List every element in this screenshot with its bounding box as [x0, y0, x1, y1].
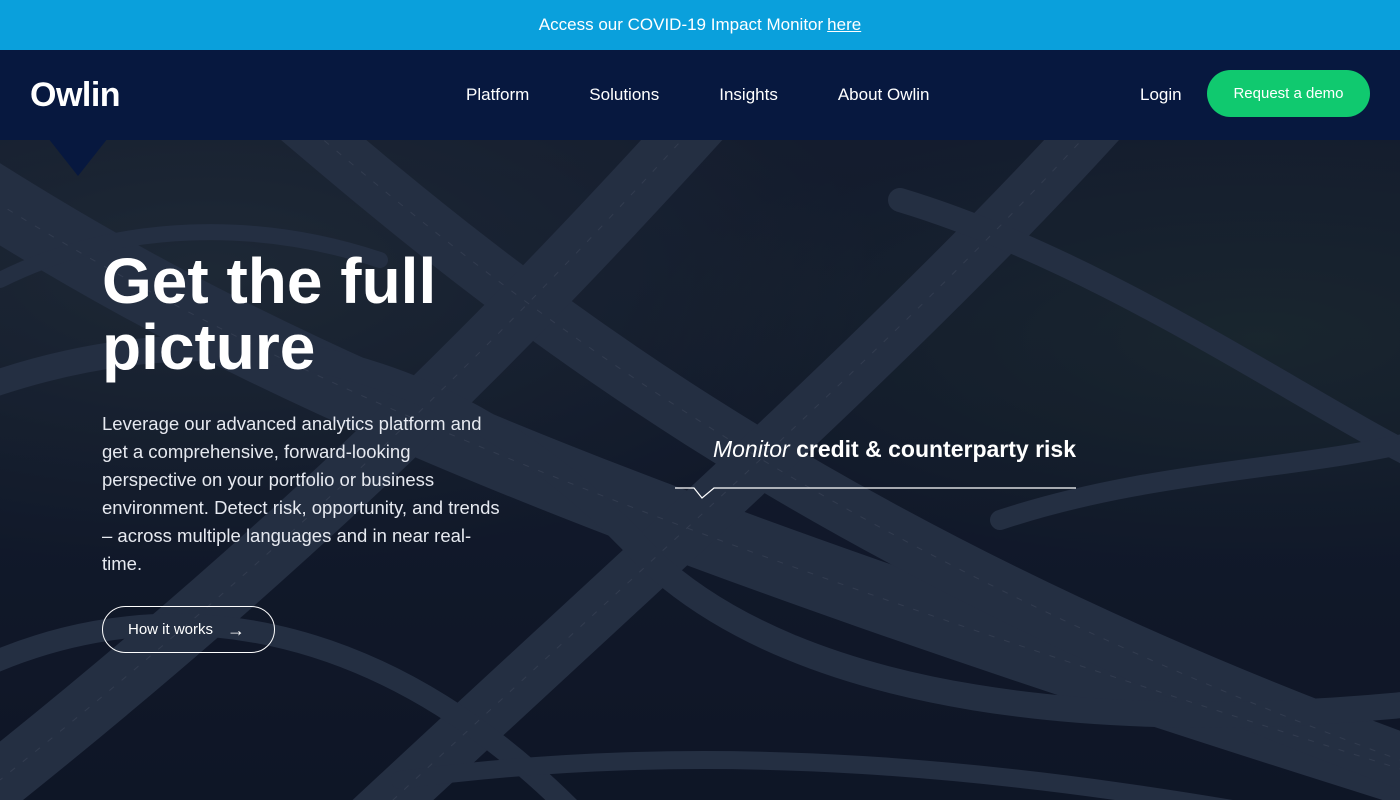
headline-line-1: Get the full	[102, 245, 437, 317]
monitor-caption: Monitor credit & counterparty risk	[676, 436, 1076, 463]
banner-text: Access our COVID-19 Impact Monitor	[538, 15, 824, 34]
banner-link[interactable]: here	[827, 15, 861, 35]
request-demo-button[interactable]: Request a demo	[1207, 70, 1370, 117]
nav-link-platform[interactable]: Platform	[466, 85, 529, 105]
nav-links: Platform Solutions Insights About Owlin	[466, 85, 930, 105]
hero-headline: Get the full picture	[102, 248, 562, 380]
nav-link-about[interactable]: About Owlin	[838, 85, 930, 105]
monitor-topic: credit & counterparty risk	[796, 436, 1076, 462]
monitor-lead: Monitor	[712, 436, 790, 462]
hero-description: Leverage our advanced analytics platform…	[102, 413, 500, 574]
monitor-underline	[675, 487, 1076, 499]
nav-link-insights[interactable]: Insights	[719, 85, 778, 105]
how-it-works-button[interactable]: How it works →	[102, 606, 275, 653]
top-navigation: Owlin Platform Solutions Insights About …	[0, 50, 1400, 176]
owlin-logo[interactable]: Owlin	[30, 78, 121, 112]
arrow-right-icon: →	[227, 619, 246, 640]
nav-notch	[48, 138, 108, 176]
hero-section: Get the full picture Leverage our advanc…	[0, 140, 1400, 800]
nav-link-solutions[interactable]: Solutions	[589, 85, 659, 105]
login-link[interactable]: Login	[1140, 85, 1182, 105]
headline-line-2: picture	[102, 311, 316, 383]
covid-banner: Access our COVID-19 Impact Monitor here	[0, 0, 1400, 50]
how-it-works-label: How it works	[128, 621, 214, 638]
